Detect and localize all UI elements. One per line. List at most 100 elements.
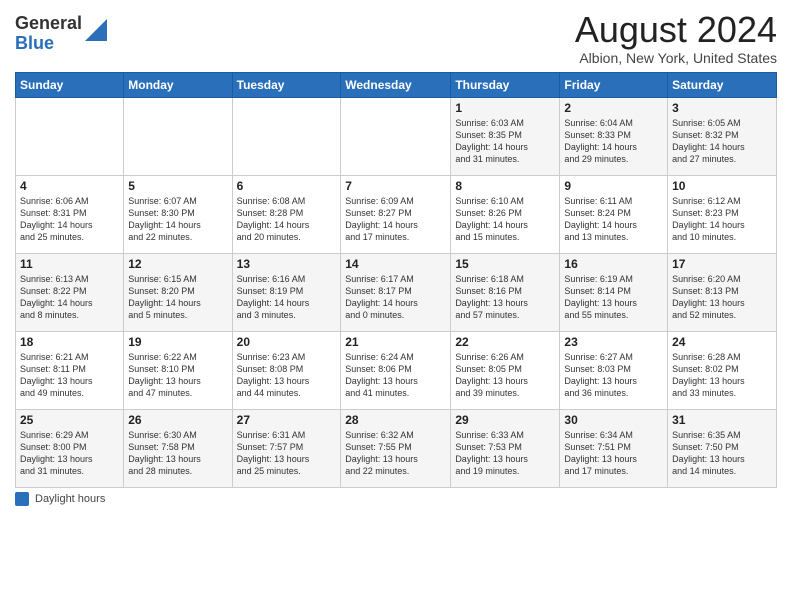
weekday-header-monday: Monday bbox=[124, 72, 232, 97]
calendar-week-2: 4Sunrise: 6:06 AM Sunset: 8:31 PM Daylig… bbox=[16, 175, 777, 253]
calendar-cell: 26 Sunrise: 6:30 AM Sunset: 7:58 PM Dayli… bbox=[124, 409, 232, 487]
weekday-header-wednesday: Wednesday bbox=[341, 72, 451, 97]
calendar-cell: 5 Sunrise: 6:07 AM Sunset: 8:30 PM Daylig… bbox=[124, 175, 232, 253]
day-info: Sunrise: 6:17 AM Sunset: 8:17 PM Dayligh… bbox=[345, 273, 446, 322]
calendar-cell bbox=[124, 97, 232, 175]
day-info: Sunrise: 6:11 AM Sunset: 8:24 PM Dayligh… bbox=[564, 195, 663, 244]
calendar-cell: 11 Sunrise: 6:13 AM Sunset: 8:22 PM Dayli… bbox=[16, 253, 124, 331]
calendar-cell: 10 Sunrise: 6:12 AM Sunset: 8:23 PM Dayli… bbox=[668, 175, 777, 253]
day-info: Sunrise: 6:20 AM Sunset: 8:13 PM Dayligh… bbox=[672, 273, 772, 322]
daylight-label: Daylight hours bbox=[35, 493, 105, 505]
calendar-cell bbox=[341, 97, 451, 175]
calendar-cell: 12Sunrise: 6:15 AM Sunset: 8:20 PM Dayli… bbox=[124, 253, 232, 331]
logo-icon bbox=[85, 19, 107, 41]
day-info: Sunrise: 6:13 AM Sunset: 8:22 PM Dayligh… bbox=[20, 273, 119, 322]
day-info: Sunrise: 6:05 AM Sunset: 8:32 PM Dayligh… bbox=[672, 117, 772, 166]
calendar-cell: 27 Sunrise: 6:31 AM Sunset: 7:57 PM Dayli… bbox=[232, 409, 341, 487]
calendar-cell: 29 Sunrise: 6:33 AM Sunset: 7:53 PM Dayli… bbox=[451, 409, 560, 487]
day-info: Sunrise: 6:19 AM Sunset: 8:14 PM Dayligh… bbox=[564, 273, 663, 322]
day-number: 19 bbox=[128, 335, 227, 349]
day-number: 5 bbox=[128, 179, 227, 193]
calendar-cell bbox=[232, 97, 341, 175]
day-number: 21 bbox=[345, 335, 446, 349]
day-info: Sunrise: 6:24 AM Sunset: 8:06 PM Dayligh… bbox=[345, 351, 446, 400]
day-info: Sunrise: 6:07 AM Sunset: 8:30 PM Dayligh… bbox=[128, 195, 227, 244]
day-number: 16 bbox=[564, 257, 663, 271]
calendar-week-1: 1 Sunrise: 6:03 AM Sunset: 8:35 PM Daylig… bbox=[16, 97, 777, 175]
day-info: Sunrise: 6:12 AM Sunset: 8:23 PM Dayligh… bbox=[672, 195, 772, 244]
calendar-cell: 4Sunrise: 6:06 AM Sunset: 8:31 PM Daylig… bbox=[16, 175, 124, 253]
day-info: Sunrise: 6:33 AM Sunset: 7:53 PM Dayligh… bbox=[455, 429, 555, 478]
calendar-cell: 24Sunrise: 6:28 AM Sunset: 8:02 PM Dayli… bbox=[668, 331, 777, 409]
daylight-icon bbox=[15, 492, 29, 506]
day-info: Sunrise: 6:22 AM Sunset: 8:10 PM Dayligh… bbox=[128, 351, 227, 400]
day-info: Sunrise: 6:31 AM Sunset: 7:57 PM Dayligh… bbox=[237, 429, 337, 478]
calendar-cell: 17Sunrise: 6:20 AM Sunset: 8:13 PM Dayli… bbox=[668, 253, 777, 331]
day-number: 1 bbox=[455, 101, 555, 115]
day-number: 22 bbox=[455, 335, 555, 349]
location: Albion, New York, United States bbox=[575, 50, 777, 66]
day-number: 26 bbox=[128, 413, 227, 427]
day-info: Sunrise: 6:16 AM Sunset: 8:19 PM Dayligh… bbox=[237, 273, 337, 322]
day-number: 15 bbox=[455, 257, 555, 271]
day-number: 3 bbox=[672, 101, 772, 115]
day-info: Sunrise: 6:27 AM Sunset: 8:03 PM Dayligh… bbox=[564, 351, 663, 400]
weekday-header-row: SundayMondayTuesdayWednesdayThursdayFrid… bbox=[16, 72, 777, 97]
day-info: Sunrise: 6:34 AM Sunset: 7:51 PM Dayligh… bbox=[564, 429, 663, 478]
day-info: Sunrise: 6:29 AM Sunset: 8:00 PM Dayligh… bbox=[20, 429, 119, 478]
calendar-cell: 18Sunrise: 6:21 AM Sunset: 8:11 PM Dayli… bbox=[16, 331, 124, 409]
calendar-week-4: 18Sunrise: 6:21 AM Sunset: 8:11 PM Dayli… bbox=[16, 331, 777, 409]
calendar-cell: 6 Sunrise: 6:08 AM Sunset: 8:28 PM Daylig… bbox=[232, 175, 341, 253]
logo: General Blue bbox=[15, 14, 107, 54]
calendar-table: SundayMondayTuesdayWednesdayThursdayFrid… bbox=[15, 72, 777, 488]
weekday-header-sunday: Sunday bbox=[16, 72, 124, 97]
day-number: 11 bbox=[20, 257, 119, 271]
calendar-cell: 1 Sunrise: 6:03 AM Sunset: 8:35 PM Daylig… bbox=[451, 97, 560, 175]
day-info: Sunrise: 6:18 AM Sunset: 8:16 PM Dayligh… bbox=[455, 273, 555, 322]
logo-general: General bbox=[15, 14, 82, 34]
day-info: Sunrise: 6:32 AM Sunset: 7:55 PM Dayligh… bbox=[345, 429, 446, 478]
day-info: Sunrise: 6:35 AM Sunset: 7:50 PM Dayligh… bbox=[672, 429, 772, 478]
day-info: Sunrise: 6:10 AM Sunset: 8:26 PM Dayligh… bbox=[455, 195, 555, 244]
day-number: 10 bbox=[672, 179, 772, 193]
calendar-cell: 14Sunrise: 6:17 AM Sunset: 8:17 PM Dayli… bbox=[341, 253, 451, 331]
day-number: 9 bbox=[564, 179, 663, 193]
calendar-cell: 3 Sunrise: 6:05 AM Sunset: 8:32 PM Daylig… bbox=[668, 97, 777, 175]
calendar-cell: 15 Sunrise: 6:18 AM Sunset: 8:16 PM Dayli… bbox=[451, 253, 560, 331]
day-number: 25 bbox=[20, 413, 119, 427]
calendar-cell: 2Sunrise: 6:04 AM Sunset: 8:33 PM Daylig… bbox=[560, 97, 668, 175]
day-number: 4 bbox=[20, 179, 119, 193]
day-info: Sunrise: 6:09 AM Sunset: 8:27 PM Dayligh… bbox=[345, 195, 446, 244]
calendar-cell: 31Sunrise: 6:35 AM Sunset: 7:50 PM Dayli… bbox=[668, 409, 777, 487]
month-title: August 2024 bbox=[575, 10, 777, 50]
logo-text: General Blue bbox=[15, 14, 82, 54]
page-container: General Blue August 2024 Albion, New Yor… bbox=[0, 0, 792, 511]
day-info: Sunrise: 6:04 AM Sunset: 8:33 PM Dayligh… bbox=[564, 117, 663, 166]
calendar-cell: 19 Sunrise: 6:22 AM Sunset: 8:10 PM Dayli… bbox=[124, 331, 232, 409]
day-info: Sunrise: 6:08 AM Sunset: 8:28 PM Dayligh… bbox=[237, 195, 337, 244]
calendar-cell bbox=[16, 97, 124, 175]
calendar-cell: 22 Sunrise: 6:26 AM Sunset: 8:05 PM Dayli… bbox=[451, 331, 560, 409]
calendar-cell: 25 Sunrise: 6:29 AM Sunset: 8:00 PM Dayli… bbox=[16, 409, 124, 487]
day-info: Sunrise: 6:23 AM Sunset: 8:08 PM Dayligh… bbox=[237, 351, 337, 400]
day-info: Sunrise: 6:30 AM Sunset: 7:58 PM Dayligh… bbox=[128, 429, 227, 478]
calendar-cell: 21 Sunrise: 6:24 AM Sunset: 8:06 PM Dayli… bbox=[341, 331, 451, 409]
day-info: Sunrise: 6:03 AM Sunset: 8:35 PM Dayligh… bbox=[455, 117, 555, 166]
calendar-cell: 13Sunrise: 6:16 AM Sunset: 8:19 PM Dayli… bbox=[232, 253, 341, 331]
title-block: August 2024 Albion, New York, United Sta… bbox=[575, 10, 777, 66]
calendar-cell: 30 Sunrise: 6:34 AM Sunset: 7:51 PM Dayli… bbox=[560, 409, 668, 487]
day-number: 18 bbox=[20, 335, 119, 349]
calendar-cell: 8 Sunrise: 6:10 AM Sunset: 8:26 PM Daylig… bbox=[451, 175, 560, 253]
day-info: Sunrise: 6:26 AM Sunset: 8:05 PM Dayligh… bbox=[455, 351, 555, 400]
day-number: 7 bbox=[345, 179, 446, 193]
day-info: Sunrise: 6:15 AM Sunset: 8:20 PM Dayligh… bbox=[128, 273, 227, 322]
day-number: 29 bbox=[455, 413, 555, 427]
day-number: 30 bbox=[564, 413, 663, 427]
calendar-cell: 7 Sunrise: 6:09 AM Sunset: 8:27 PM Daylig… bbox=[341, 175, 451, 253]
weekday-header-tuesday: Tuesday bbox=[232, 72, 341, 97]
calendar-cell: 9 Sunrise: 6:11 AM Sunset: 8:24 PM Daylig… bbox=[560, 175, 668, 253]
day-number: 27 bbox=[237, 413, 337, 427]
day-number: 8 bbox=[455, 179, 555, 193]
logo-blue: Blue bbox=[15, 34, 82, 54]
day-number: 6 bbox=[237, 179, 337, 193]
